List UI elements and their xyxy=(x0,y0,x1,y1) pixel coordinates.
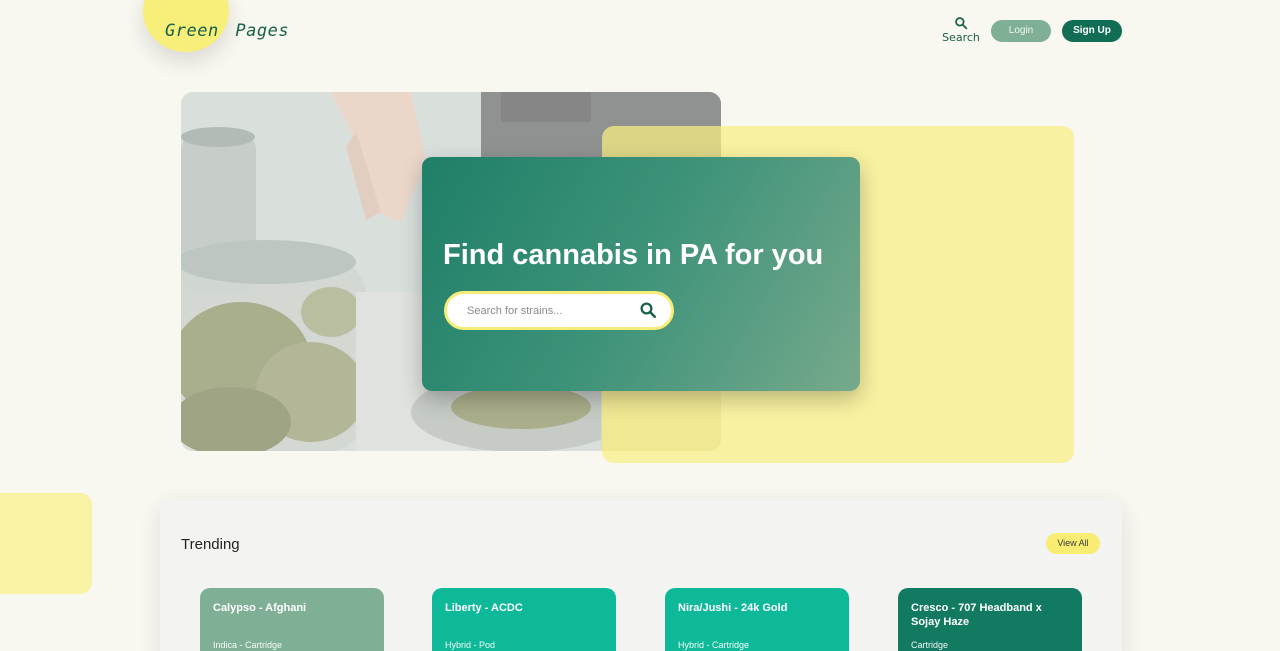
hero-search-box xyxy=(444,291,674,330)
nav-search-label: Search xyxy=(942,31,980,44)
trending-title: Trending xyxy=(181,536,240,553)
trending-card[interactable]: Calypso - Afghani Indica - Cartridge xyxy=(200,588,384,651)
trending-section: Trending View All Calypso - Afghani Indi… xyxy=(160,499,1122,651)
search-icon xyxy=(955,17,968,30)
view-all-button[interactable]: View All xyxy=(1046,533,1100,554)
trending-card-name: Cresco - 707 Headband x Sojay Haze xyxy=(911,602,1042,628)
trending-card-name: Nira/Jushi - 24k Gold xyxy=(678,602,788,614)
trending-card-meta: Indica - Cartridge xyxy=(213,640,283,650)
search-icon xyxy=(640,302,657,319)
nav-search-button[interactable]: Search xyxy=(936,16,986,44)
hero-search-submit[interactable] xyxy=(639,301,657,323)
trending-card-meta: Hybrid - Pod xyxy=(445,640,496,650)
side-accent-blob xyxy=(0,493,92,594)
trending-card-meta: Hybrid - Cartridge xyxy=(678,640,750,650)
site-logo[interactable]: Green Pages xyxy=(165,21,289,41)
trending-card-name: Calypso - Afghani xyxy=(213,602,307,614)
signup-button[interactable]: Sign Up xyxy=(1062,20,1122,42)
strain-search-input[interactable] xyxy=(467,302,627,320)
trending-card-name: Liberty - ACDC xyxy=(445,602,523,614)
login-button[interactable]: Login xyxy=(991,20,1051,42)
hero-card: Find cannabis in PA for you xyxy=(422,157,860,391)
trending-card[interactable]: Cresco - 707 Headband x Sojay Haze Cartr… xyxy=(898,588,1082,651)
trending-card[interactable]: Liberty - ACDC Hybrid - Pod xyxy=(432,588,616,651)
trending-card[interactable]: Nira/Jushi - 24k Gold Hybrid - Cartridge xyxy=(665,588,849,651)
trending-card-meta: Cartridge xyxy=(911,640,949,650)
hero-title: Find cannabis in PA for you xyxy=(443,239,824,271)
